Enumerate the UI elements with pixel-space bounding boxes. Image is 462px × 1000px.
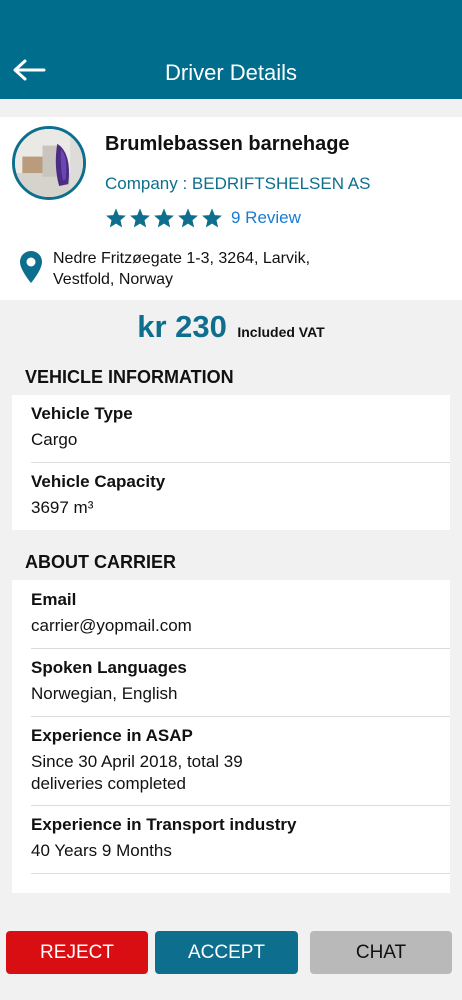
asap-experience-label: Experience in ASAP — [31, 726, 193, 745]
languages-label: Spoken Languages — [31, 658, 187, 677]
carrier-info-card: Email carrier@yopmail.com Spoken Languag… — [12, 580, 450, 893]
divider — [31, 648, 450, 649]
vehicle-type-row: Vehicle Type Cargo — [12, 403, 450, 451]
languages-row: Spoken Languages Norwegian, English — [12, 657, 450, 705]
star-icon — [106, 208, 126, 228]
business-name: Brumlebassen barnehage — [105, 133, 350, 155]
email-label: Email — [31, 590, 77, 609]
review-count-link[interactable]: 9 Review — [231, 208, 301, 228]
vehicle-capacity-value: 3697 m³ — [31, 498, 94, 517]
transport-experience-label: Experience in Transport industry — [31, 815, 297, 834]
divider — [31, 462, 450, 463]
vehicle-type-label: Vehicle Type — [31, 404, 133, 423]
rating-row: 9 Review — [105, 206, 301, 230]
languages-value: Norwegian, English — [31, 684, 178, 703]
email-value: carrier@yopmail.com — [31, 616, 192, 635]
transport-experience-row: Experience in Transport industry 40 Year… — [12, 814, 450, 862]
transport-experience-value: 40 Years 9 Months — [31, 841, 172, 860]
email-row: Email carrier@yopmail.com — [12, 589, 450, 637]
carrier-section-title: ABOUT CARRIER — [25, 552, 176, 572]
asap-experience-value: Since 30 April 2018, total 39 deliveries… — [31, 752, 243, 793]
star-icon — [178, 208, 198, 228]
chat-button[interactable]: CHAT — [310, 931, 452, 974]
driver-profile-card: Brumlebassen barnehage Company : BEDRIFT… — [0, 117, 462, 300]
app-header: Driver Details — [0, 0, 462, 99]
star-icon — [154, 208, 174, 228]
vehicle-section-title: VEHICLE INFORMATION — [25, 367, 234, 387]
avatar — [12, 126, 86, 200]
vehicle-info-card: Vehicle Type Cargo Vehicle Capacity 3697… — [12, 395, 450, 530]
price-row: kr 230 Included VAT — [0, 309, 462, 345]
vehicle-type-value: Cargo — [31, 430, 78, 449]
star-icon — [130, 208, 150, 228]
accept-button[interactable]: ACCEPT — [155, 931, 298, 974]
vat-note: Included VAT — [237, 324, 325, 340]
star-rating — [105, 207, 223, 229]
asap-experience-row: Experience in ASAP Since 30 April 2018, … — [12, 725, 312, 795]
divider — [31, 716, 450, 717]
page-title: Driver Details — [164, 60, 298, 85]
address-text: Nedre Fritzøegate 1-3, 3264, Larvik, Ves… — [53, 250, 311, 288]
vehicle-capacity-row: Vehicle Capacity 3697 m³ — [12, 471, 450, 519]
reject-button[interactable]: REJECT — [6, 931, 148, 974]
vehicle-capacity-label: Vehicle Capacity — [31, 472, 166, 491]
map-pin-icon — [20, 251, 42, 283]
price-amount: kr 230 — [137, 309, 227, 344]
divider — [31, 873, 450, 874]
divider — [31, 805, 450, 806]
star-icon — [202, 208, 222, 228]
company-name: Company : BEDRIFTSHELSEN AS — [105, 174, 371, 193]
